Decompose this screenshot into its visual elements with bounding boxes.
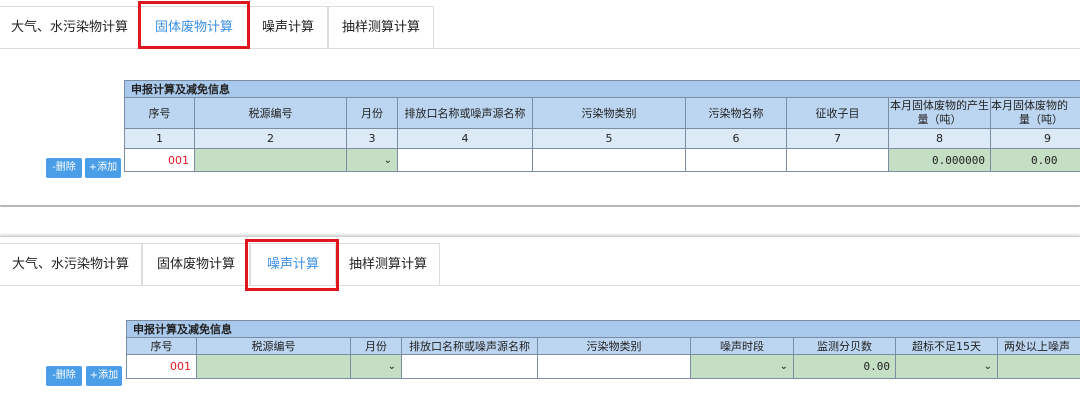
column-header-line2: 量（吨） xyxy=(991,113,1080,127)
column-header: 两处以上噪声 xyxy=(998,338,1080,355)
chevron-down-icon: ⌄ xyxy=(984,361,997,372)
column-header: 超标不足15天 xyxy=(896,338,998,355)
column-header: 序号 xyxy=(127,338,197,355)
chevron-down-icon: ⌄ xyxy=(780,361,793,372)
tab-bar: 大气、水污染物计算 固体废物计算 噪声计算 抽样测算计算 xyxy=(0,243,1080,286)
row-seq: 001 xyxy=(125,149,195,172)
outlet-name-input[interactable] xyxy=(402,355,538,379)
levy-item-input[interactable] xyxy=(787,149,889,172)
generation-amount-field[interactable]: 0.000000 xyxy=(889,149,991,172)
column-header: 噪声时段 xyxy=(691,338,794,355)
outlet-name-input[interactable] xyxy=(398,149,533,172)
declaration-table: 申报计算及减免信息 序号 税源编号 月份 排放口名称或噪声源名称 污染物类别 噪… xyxy=(126,320,1080,379)
month-select[interactable]: ⌄ xyxy=(351,355,402,379)
multi-noise-select[interactable] xyxy=(998,355,1080,379)
tax-source-input[interactable] xyxy=(195,149,347,172)
noise-period-select[interactable]: ⌄ xyxy=(691,355,794,379)
column-header: 月份 xyxy=(347,98,398,129)
table-title: 申报计算及减免信息 xyxy=(125,81,1080,98)
column-number: 2 xyxy=(195,129,347,149)
add-button[interactable]: +添加 xyxy=(86,366,122,386)
pollutant-category-input[interactable] xyxy=(533,149,686,172)
tab-sampling[interactable]: 抽样测算计算 xyxy=(336,243,440,285)
table-row: 001 ⌄ ⌄ 0.00 ⌄ xyxy=(127,355,1080,379)
delete-button[interactable]: -删除 xyxy=(46,158,82,178)
pollutant-name-input[interactable] xyxy=(686,149,787,172)
column-header: 污染物类别 xyxy=(533,98,686,129)
add-button[interactable]: +添加 xyxy=(85,158,121,178)
column-header: 税源编号 xyxy=(197,338,351,355)
tax-source-input[interactable] xyxy=(197,355,351,379)
waste-amount-field[interactable]: 0.00 xyxy=(991,149,1080,172)
tab-air-water[interactable]: 大气、水污染物计算 xyxy=(0,243,142,285)
column-header-line1: 本月固体废物的 xyxy=(991,99,1080,113)
column-number: 9 xyxy=(991,129,1080,149)
tab-solid-waste[interactable]: 固体废物计算 xyxy=(140,6,248,48)
chevron-down-icon: ⌄ xyxy=(388,361,401,372)
column-header: 排放口名称或噪声源名称 xyxy=(402,338,538,355)
exceed-days-select[interactable]: ⌄ xyxy=(896,355,998,379)
column-header: 月份 xyxy=(351,338,402,355)
column-header: 排放口名称或噪声源名称 xyxy=(398,98,533,129)
column-header: 本月固体废物的产生量（吨） xyxy=(889,98,991,129)
tab-bar: 大气、水污染物计算 固体废物计算 噪声计算 抽样测算计算 xyxy=(0,6,1080,49)
tab-sampling[interactable]: 抽样测算计算 xyxy=(328,6,434,48)
delete-button[interactable]: -删除 xyxy=(46,366,82,386)
column-number: 7 xyxy=(787,129,889,149)
table-title: 申报计算及减免信息 xyxy=(127,321,1080,338)
column-header: 监测分贝数 xyxy=(794,338,896,355)
column-number: 8 xyxy=(889,129,991,149)
column-header: 序号 xyxy=(125,98,195,129)
tab-air-water[interactable]: 大气、水污染物计算 xyxy=(0,6,140,48)
pollutant-category-input[interactable] xyxy=(538,355,691,379)
panel-gap xyxy=(0,207,1080,235)
tab-noise[interactable]: 噪声计算 xyxy=(248,6,328,48)
column-number: 6 xyxy=(686,129,787,149)
column-number: 1 xyxy=(125,129,195,149)
column-number: 3 xyxy=(347,129,398,149)
row-seq: 001 xyxy=(127,355,197,379)
month-select[interactable]: ⌄ xyxy=(347,149,398,172)
column-header: 征收子目 xyxy=(787,98,889,129)
column-header: 本月固体废物的 量（吨） xyxy=(991,98,1080,129)
column-header: 污染物名称 xyxy=(686,98,787,129)
chevron-down-icon: ⌄ xyxy=(384,155,397,166)
column-number: 5 xyxy=(533,129,686,149)
table-row: 001 ⌄ 0.000000 0.00 xyxy=(125,149,1080,172)
declaration-table: 申报计算及减免信息 序号 税源编号 月份 排放口名称或噪声源名称 污染物类别 污… xyxy=(124,80,1080,172)
tab-noise[interactable]: 噪声计算 xyxy=(250,243,336,285)
tab-solid-waste[interactable]: 固体废物计算 xyxy=(142,243,250,285)
decibel-field[interactable]: 0.00 xyxy=(794,355,896,379)
column-header: 污染物类别 xyxy=(538,338,691,355)
noise-panel: 大气、水污染物计算 固体废物计算 噪声计算 抽样测算计算 -删除 +添加 申报计… xyxy=(0,236,1080,407)
solid-waste-panel: 大气、水污染物计算 固体废物计算 噪声计算 抽样测算计算 -删除 +添加 申报计… xyxy=(0,0,1080,206)
column-number: 4 xyxy=(398,129,533,149)
column-header: 税源编号 xyxy=(195,98,347,129)
